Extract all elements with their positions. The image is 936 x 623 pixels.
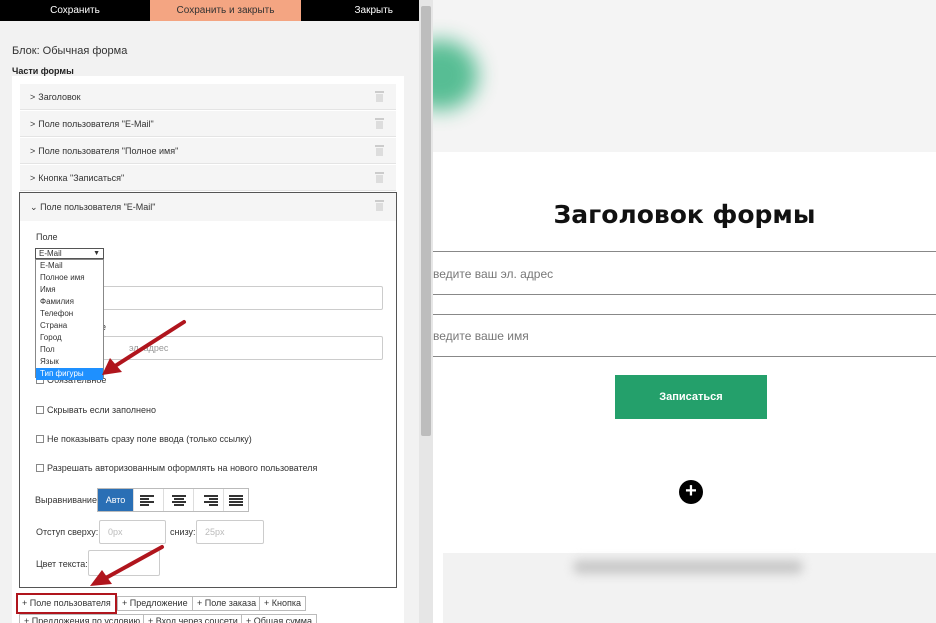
chevron-right-icon: > bbox=[30, 92, 36, 102]
field-title-input[interactable] bbox=[100, 286, 383, 310]
editor-scrollbar[interactable] bbox=[419, 0, 433, 623]
part-item-email[interactable]: > Поле пользователя "E-Mail" bbox=[20, 111, 396, 137]
align-label: Выравнивание bbox=[35, 495, 97, 505]
checkbox-box[interactable] bbox=[36, 435, 44, 443]
align-justify-button[interactable] bbox=[224, 489, 248, 511]
chevron-right-icon: > bbox=[30, 119, 36, 129]
allow-auth-label: Разрешать авторизованным оформлять на но… bbox=[47, 463, 318, 473]
margin-top-label: Отступ сверху: bbox=[36, 527, 99, 537]
align-left-button[interactable] bbox=[134, 489, 164, 511]
margin-bottom-placeholder: 25px bbox=[205, 527, 225, 537]
margin-bottom-label: снизу: bbox=[170, 527, 196, 537]
editor-panel: Сохранить Сохранить и закрыть Закрыть Бл… bbox=[0, 0, 419, 623]
checkbox-box[interactable] bbox=[36, 406, 44, 414]
field-type-select[interactable]: E-Mail ▼ bbox=[35, 248, 104, 259]
trash-icon[interactable] bbox=[375, 172, 384, 183]
part-item-open-header[interactable]: ⌄ Поле пользователя "E-Mail" bbox=[20, 193, 396, 221]
align-right-button[interactable] bbox=[194, 489, 224, 511]
subscribe-button[interactable]: Записаться bbox=[615, 375, 767, 419]
part-item-label: Поле пользователя "E-Mail" bbox=[40, 202, 156, 212]
align-auto-button[interactable]: Авто bbox=[98, 489, 134, 511]
annotation-arrow-icon bbox=[90, 545, 164, 586]
hide-filled-label: Скрывать если заполнено bbox=[47, 405, 157, 415]
close-button[interactable]: Закрыть bbox=[301, 0, 419, 21]
add-total-sum-button[interactable]: + Общая сумма bbox=[241, 614, 317, 623]
dropdown-arrow-icon: ▼ bbox=[93, 250, 100, 257]
margin-top-placeholder: 0px bbox=[108, 527, 123, 537]
dropdown-option[interactable]: E-Mail bbox=[36, 260, 103, 272]
name-field[interactable]: ведите ваше имя bbox=[433, 329, 529, 343]
checkbox-box[interactable] bbox=[36, 464, 44, 472]
part-item-title[interactable]: > Заголовок bbox=[20, 84, 396, 110]
chevron-down-icon: ⌄ bbox=[30, 202, 38, 212]
chevron-right-icon: > bbox=[30, 146, 36, 156]
block-title: Блок: Обычная форма bbox=[12, 45, 128, 57]
trash-icon[interactable] bbox=[375, 145, 384, 156]
add-button-button[interactable]: + Кнопка bbox=[259, 596, 306, 611]
align-button-group: Авто bbox=[97, 488, 249, 512]
email-field[interactable]: ведите ваш эл. адрес bbox=[433, 267, 553, 281]
allow-auth-checkbox[interactable]: Разрешать авторизованным оформлять на но… bbox=[36, 463, 317, 473]
annotation-arrow-icon bbox=[102, 320, 186, 375]
add-user-field-button[interactable]: + Поле пользователя bbox=[16, 593, 117, 614]
trash-icon[interactable] bbox=[375, 200, 384, 211]
scrollbar-thumb[interactable] bbox=[421, 6, 431, 436]
align-center-button[interactable] bbox=[164, 489, 194, 511]
part-item-label: Кнопка "Записаться" bbox=[38, 173, 125, 183]
part-item-label: Заголовок bbox=[38, 92, 81, 102]
save-and-close-button[interactable]: Сохранить и закрыть bbox=[150, 0, 301, 21]
field-type-select-value: E-Mail bbox=[39, 249, 62, 258]
editor-toolbar: Сохранить Сохранить и закрыть Закрыть bbox=[0, 0, 419, 21]
trash-icon[interactable] bbox=[375, 91, 384, 102]
add-offer-button[interactable]: + Предложение bbox=[117, 596, 193, 611]
no-input-label: Не показывать сразу поле ввода (только с… bbox=[47, 434, 252, 444]
text-color-label: Цвет текста: bbox=[36, 559, 88, 569]
field-label: Поле bbox=[36, 232, 58, 242]
divider bbox=[433, 251, 936, 252]
part-item-label: Поле пользователя "Полное имя" bbox=[38, 146, 179, 156]
trash-icon[interactable] bbox=[375, 118, 384, 129]
dropdown-option[interactable]: Имя bbox=[36, 284, 103, 296]
blurred-header-area bbox=[433, 0, 936, 152]
divider bbox=[433, 356, 936, 357]
part-item-fullname[interactable]: > Поле пользователя "Полное имя" bbox=[20, 138, 396, 164]
dropdown-option[interactable]: Фамилия bbox=[36, 296, 103, 308]
divider bbox=[433, 294, 936, 295]
form-title: Заголовок формы bbox=[553, 200, 816, 229]
hide-filled-checkbox[interactable]: Скрывать если заполнено bbox=[36, 405, 156, 415]
blurred-footer-text bbox=[573, 560, 803, 574]
no-input-checkbox[interactable]: Не показывать сразу поле ввода (только с… bbox=[36, 434, 252, 444]
preview-panel: Заголовок формы ведите ваш эл. адрес вед… bbox=[433, 0, 936, 623]
add-order-field-button[interactable]: + Поле заказа bbox=[192, 596, 262, 611]
divider bbox=[433, 314, 936, 315]
form-parts-title: Части формы bbox=[12, 66, 74, 76]
margin-bottom-input[interactable]: 25px bbox=[196, 520, 264, 544]
margin-top-input[interactable]: 0px bbox=[99, 520, 166, 544]
part-item-label: Поле пользователя "E-Mail" bbox=[38, 119, 154, 129]
add-block-icon[interactable]: + bbox=[679, 480, 703, 504]
save-button[interactable]: Сохранить bbox=[0, 0, 150, 21]
dropdown-option[interactable]: Полное имя bbox=[36, 272, 103, 284]
add-conditional-offers-button[interactable]: + Предложения по условию bbox=[19, 614, 146, 623]
part-item-button[interactable]: > Кнопка "Записаться" bbox=[20, 165, 396, 191]
chevron-right-icon: > bbox=[30, 173, 36, 183]
add-social-login-button[interactable]: + Вход через соцсети bbox=[143, 614, 243, 623]
